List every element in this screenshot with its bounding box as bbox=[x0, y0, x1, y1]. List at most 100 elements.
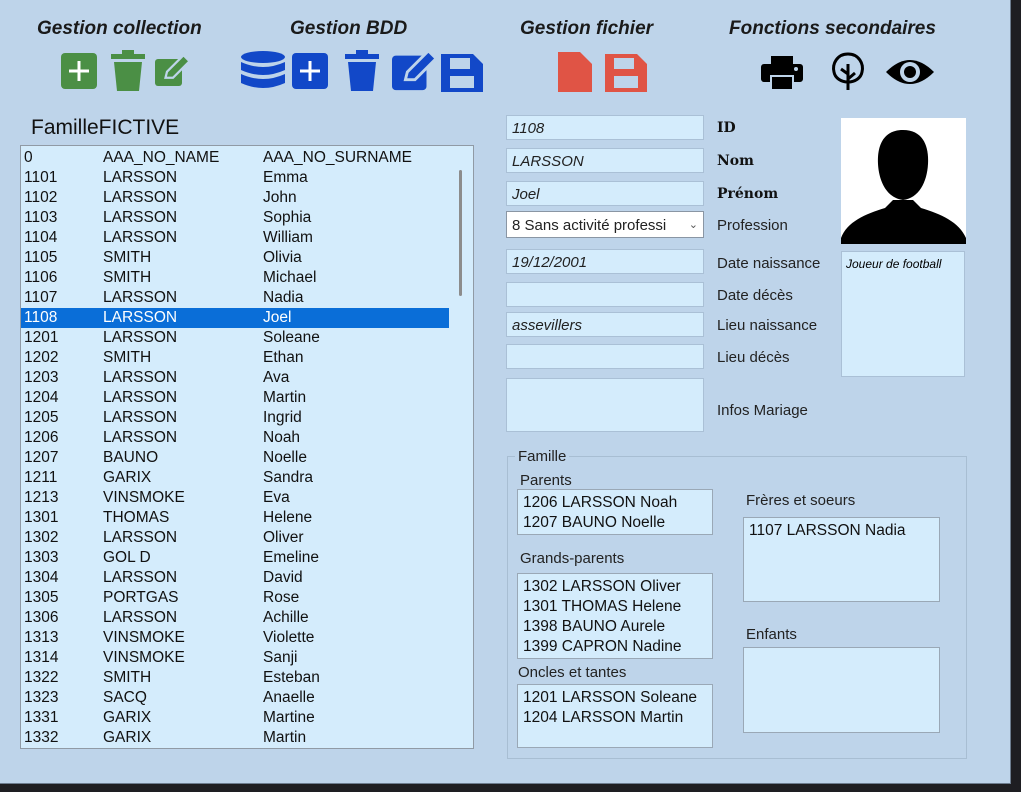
family-member-item[interactable]: 1201 LARSSON Soleane bbox=[523, 688, 712, 708]
infos-mariage-label: Infos Mariage bbox=[717, 402, 808, 419]
list-item[interactable]: 1323 SACQ Anaelle bbox=[21, 688, 449, 708]
add-collection-button[interactable] bbox=[61, 50, 97, 92]
family-member-item[interactable]: 1398 BAUNO Aurele bbox=[523, 617, 712, 637]
prenom-field[interactable]: Joel bbox=[506, 181, 704, 206]
lieu-deces-field[interactable] bbox=[506, 344, 704, 369]
profession-select[interactable]: 8 Sans activité professi ⌄ bbox=[506, 211, 704, 238]
list-item[interactable]: 1202 SMITH Ethan bbox=[21, 348, 449, 368]
list-item-nom: PORTGAS bbox=[103, 589, 179, 606]
list-item[interactable]: 1332 GARIX Martin bbox=[21, 728, 449, 748]
person-note[interactable]: Joueur de football bbox=[841, 251, 965, 377]
list-item[interactable]: 1104 LARSSON William bbox=[21, 228, 449, 248]
person-photo[interactable] bbox=[841, 118, 966, 244]
parents-label: Parents bbox=[520, 472, 572, 489]
lieu-naissance-field[interactable]: assevillers bbox=[506, 312, 704, 337]
save-file-button[interactable] bbox=[605, 50, 647, 92]
section-title-bdd: Gestion BDD bbox=[290, 18, 408, 39]
list-item-id: 1304 bbox=[24, 569, 59, 586]
list-item-nom: LARSSON bbox=[103, 289, 178, 306]
family-member-item[interactable]: 1206 LARSSON Noah bbox=[523, 493, 712, 513]
list-item-nom: SMITH bbox=[103, 349, 152, 366]
save-bdd-button[interactable] bbox=[441, 50, 483, 92]
list-item-prenom: Sandra bbox=[263, 469, 313, 486]
list-item[interactable]: 1108 LARSSON Joel bbox=[21, 308, 449, 328]
list-item-prenom: Noah bbox=[263, 429, 301, 446]
list-item[interactable]: 1206 LARSSON Noah bbox=[21, 428, 449, 448]
list-item[interactable]: 1201 LARSSON Soleane bbox=[21, 328, 449, 348]
add-record-button[interactable] bbox=[292, 50, 328, 92]
list-item[interactable]: 1322 SMITH Esteban bbox=[21, 668, 449, 688]
list-item[interactable]: 1303 GOL D Emeline bbox=[21, 548, 449, 568]
list-item[interactable]: 1211 GARIX Sandra bbox=[21, 468, 449, 488]
family-member-item[interactable]: 1301 THOMAS Helene bbox=[523, 597, 712, 617]
enfants-label: Enfants bbox=[746, 626, 797, 643]
list-item[interactable]: 1331 GARIX Martine bbox=[21, 708, 449, 728]
parents-list[interactable]: 1206 LARSSON Noah 1207 BAUNO Noelle bbox=[517, 489, 713, 535]
list-item-nom: GOL D bbox=[103, 549, 151, 566]
person-list[interactable]: 0 AAA_NO_NAME AAA_NO_SURNAME 1101 LARSSON Emm… bbox=[20, 145, 474, 749]
list-item[interactable]: 1204 LARSSON Martin bbox=[21, 388, 449, 408]
list-item[interactable]: 1313 VINSMOKE Violette bbox=[21, 628, 449, 648]
nom-field[interactable]: LARSSON bbox=[506, 148, 704, 173]
list-item[interactable]: 1101 LARSSON Emma bbox=[21, 168, 449, 188]
list-item[interactable]: 1203 LARSSON Ava bbox=[21, 368, 449, 388]
list-item[interactable]: 1302 LARSSON Oliver bbox=[21, 528, 449, 548]
family-member-item[interactable]: 1204 LARSSON Martin bbox=[523, 708, 712, 728]
list-item-prenom: Emeline bbox=[263, 549, 319, 566]
list-item[interactable]: 0 AAA_NO_NAME AAA_NO_SURNAME bbox=[21, 148, 449, 168]
family-member-item[interactable]: 1107 LARSSON Nadia bbox=[749, 521, 939, 541]
list-item-nom: LARSSON bbox=[103, 389, 178, 406]
list-item-prenom: AAA_NO_SURNAME bbox=[263, 149, 413, 166]
edit-icon bbox=[155, 53, 191, 86]
print-button[interactable] bbox=[761, 50, 803, 92]
list-item[interactable]: 1301 THOMAS Helene bbox=[21, 508, 449, 528]
list-item[interactable]: 1205 LARSSON Ingrid bbox=[21, 408, 449, 428]
list-item-prenom: Oliver bbox=[263, 529, 304, 546]
list-scrollbar[interactable] bbox=[451, 148, 471, 746]
list-item-id: 1101 bbox=[24, 169, 58, 186]
list-item-nom: LARSSON bbox=[103, 609, 178, 626]
list-item[interactable]: 1305 PORTGAS Rose bbox=[21, 588, 449, 608]
edit-collection-button[interactable] bbox=[155, 50, 191, 92]
list-item[interactable]: 1314 VINSMOKE Sanji bbox=[21, 648, 449, 668]
grands-parents-list[interactable]: 1302 LARSSON Oliver 1301 THOMAS Helene 139… bbox=[517, 573, 713, 659]
list-item-id: 1105 bbox=[24, 249, 58, 266]
new-file-button[interactable] bbox=[558, 50, 594, 92]
family-member-item[interactable]: 1399 CAPRON Nadine bbox=[523, 637, 712, 657]
list-item[interactable]: 1304 LARSSON David bbox=[21, 568, 449, 588]
collection-name: FamilleFICTIVE bbox=[31, 116, 180, 139]
delete-record-button[interactable] bbox=[344, 50, 380, 92]
family-member-item[interactable]: 1302 LARSSON Oliver bbox=[523, 577, 712, 597]
section-title-fichier: Gestion fichier bbox=[520, 18, 654, 39]
date-naissance-field[interactable]: 19/12/2001 bbox=[506, 249, 704, 274]
freres-soeurs-list[interactable]: 1107 LARSSON Nadia bbox=[743, 517, 940, 602]
list-item[interactable]: 1107 LARSSON Nadia bbox=[21, 288, 449, 308]
list-item[interactable]: 1207 BAUNO Noelle bbox=[21, 448, 449, 468]
list-item-nom: BAUNO bbox=[103, 449, 159, 466]
prenom-label: Prénom bbox=[717, 186, 779, 202]
list-item-nom: LARSSON bbox=[103, 229, 178, 246]
view-button[interactable] bbox=[884, 50, 936, 92]
delete-collection-button[interactable] bbox=[110, 50, 146, 92]
oncles-tantes-list[interactable]: 1201 LARSSON Soleane 1204 LARSSON Martin bbox=[517, 684, 713, 748]
list-item[interactable]: 1213 VINSMOKE Eva bbox=[21, 488, 449, 508]
list-item[interactable]: 1105 SMITH Olivia bbox=[21, 248, 449, 268]
edit-record-button[interactable] bbox=[392, 50, 438, 92]
date-deces-field[interactable] bbox=[506, 282, 704, 307]
grands-parents-label: Grands-parents bbox=[520, 550, 625, 567]
family-tree-button[interactable] bbox=[828, 50, 868, 92]
list-item[interactable]: 1102 LARSSON John bbox=[21, 188, 449, 208]
list-item-nom: LARSSON bbox=[103, 209, 178, 226]
database-button[interactable] bbox=[240, 50, 286, 92]
list-item-id: 1204 bbox=[24, 389, 59, 406]
enfants-list[interactable] bbox=[743, 647, 940, 733]
scrollbar-thumb[interactable] bbox=[459, 170, 462, 296]
family-member-item[interactable]: 1207 BAUNO Noelle bbox=[523, 513, 712, 533]
id-field[interactable]: 1108 bbox=[506, 115, 704, 140]
list-item[interactable]: 1103 LARSSON Sophia bbox=[21, 208, 449, 228]
list-item[interactable]: 1306 LARSSON Achille bbox=[21, 608, 449, 628]
database-icon bbox=[241, 51, 285, 88]
infos-mariage-field[interactable] bbox=[506, 378, 704, 432]
list-item-prenom: Rose bbox=[263, 589, 300, 606]
list-item[interactable]: 1106 SMITH Michael bbox=[21, 268, 449, 288]
